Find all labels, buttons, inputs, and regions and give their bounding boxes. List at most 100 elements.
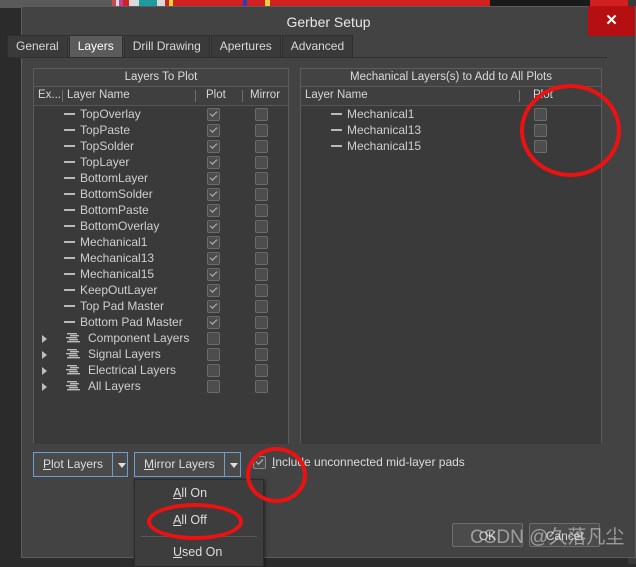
chevron-down-icon[interactable] — [112, 453, 127, 476]
layer-name-label: All Layers — [88, 379, 141, 393]
layer-group-row[interactable]: All Layers — [34, 378, 288, 394]
mirror-checkbox[interactable] — [255, 252, 268, 265]
layer-row[interactable]: Mechanical1 — [34, 234, 288, 250]
mirror-checkbox[interactable] — [255, 108, 268, 121]
include-unconnected-pads-checkbox[interactable]: Include unconnected mid-layer pads — [253, 455, 465, 469]
layer-row[interactable]: Mechanical1 — [301, 106, 601, 122]
layer-row[interactable]: BottomPaste — [34, 202, 288, 218]
chevron-down-icon[interactable] — [223, 453, 240, 476]
plot-checkbox[interactable] — [207, 300, 220, 313]
mirror-checkbox[interactable] — [255, 300, 268, 313]
chevron-right-icon[interactable] — [42, 351, 47, 359]
chevron-right-icon[interactable] — [42, 367, 47, 375]
menu-item-label: sed On — [182, 545, 223, 559]
mirror-checkbox[interactable] — [255, 316, 268, 329]
layer-name-label: Mechanical13 — [347, 123, 422, 137]
column-header-plot: Plot — [533, 89, 553, 101]
mirror-checkbox[interactable] — [255, 124, 268, 137]
mirror-checkbox[interactable] — [255, 284, 268, 297]
ok-button[interactable]: OK — [452, 523, 523, 547]
plot-checkbox[interactable] — [207, 252, 220, 265]
layer-dash-icon — [64, 321, 75, 323]
mirror-checkbox[interactable] — [255, 268, 268, 281]
layer-row[interactable]: TopPaste — [34, 122, 288, 138]
close-icon[interactable]: ✕ — [588, 6, 635, 36]
plot-layers-label: Plot Layers — [34, 453, 112, 476]
plot-checkbox[interactable] — [207, 156, 220, 169]
plot-layers-button[interactable]: Plot Layers — [33, 452, 128, 477]
checkbox-icon[interactable] — [253, 455, 266, 469]
plot-checkbox[interactable] — [207, 172, 220, 185]
layer-dash-icon — [64, 241, 75, 243]
plot-checkbox[interactable] — [534, 124, 547, 137]
layer-row[interactable]: Mechanical15 — [301, 138, 601, 154]
layer-row[interactable]: TopOverlay — [34, 106, 288, 122]
mirror-checkbox[interactable] — [255, 172, 268, 185]
plot-checkbox[interactable] — [207, 284, 220, 297]
plot-checkbox[interactable] — [207, 268, 220, 281]
mechanical-layers-panel: Mechanical Layers(s) to Add to All Plots… — [300, 68, 602, 444]
layer-group-row[interactable]: Component Layers — [34, 330, 288, 346]
plot-checkbox[interactable] — [207, 204, 220, 217]
plot-checkbox[interactable] — [207, 380, 220, 393]
plot-checkbox[interactable] — [207, 236, 220, 249]
layer-row[interactable]: Mechanical13 — [301, 122, 601, 138]
mirror-checkbox[interactable] — [255, 236, 268, 249]
layer-row[interactable]: TopSolder — [34, 138, 288, 154]
layer-row[interactable]: BottomSolder — [34, 186, 288, 202]
layer-row[interactable]: Top Pad Master — [34, 298, 288, 314]
menu-item-used-on[interactable]: Used On — [135, 539, 263, 566]
tab-layers[interactable]: Layers — [68, 35, 123, 57]
mirror-checkbox[interactable] — [255, 364, 268, 377]
plot-checkbox[interactable] — [534, 140, 547, 153]
mirror-layers-rest: irror Layers — [154, 457, 215, 471]
mirror-layers-dropdown-menu[interactable]: All On All Off Used On — [134, 479, 264, 567]
chevron-right-icon[interactable] — [42, 335, 47, 343]
plot-checkbox[interactable] — [534, 108, 547, 121]
mirror-checkbox[interactable] — [255, 188, 268, 201]
column-divider — [195, 90, 196, 102]
layers-to-plot-list[interactable]: TopOverlay TopPaste TopSolder TopLayer Botto… — [34, 106, 288, 444]
mirror-checkbox[interactable] — [255, 204, 268, 217]
layer-row[interactable]: KeepOutLayer — [34, 282, 288, 298]
tab-general[interactable]: General — [7, 35, 68, 57]
mirror-checkbox[interactable] — [255, 332, 268, 345]
layer-row[interactable]: Mechanical15 — [34, 266, 288, 282]
layer-name-label: KeepOutLayer — [80, 283, 158, 297]
plot-checkbox[interactable] — [207, 140, 220, 153]
mirror-checkbox[interactable] — [255, 220, 268, 233]
menu-item-all-off[interactable]: All Off — [135, 507, 263, 534]
plot-checkbox[interactable] — [207, 220, 220, 233]
layer-group-row[interactable]: Signal Layers — [34, 346, 288, 362]
cancel-button[interactable]: Cancel — [529, 523, 600, 547]
mirror-checkbox[interactable] — [255, 140, 268, 153]
layer-group-row[interactable]: Electrical Layers — [34, 362, 288, 378]
mirror-checkbox[interactable] — [255, 380, 268, 393]
stacked-layers-icon — [66, 365, 80, 375]
layer-row[interactable]: TopLayer — [34, 154, 288, 170]
stacked-layers-icon — [66, 349, 80, 359]
plot-checkbox[interactable] — [207, 348, 220, 361]
plot-checkbox[interactable] — [207, 124, 220, 137]
layer-row[interactable]: BottomOverlay — [34, 218, 288, 234]
layer-row[interactable]: BottomLayer — [34, 170, 288, 186]
menu-item-all-on[interactable]: All On — [135, 480, 263, 507]
layer-dash-icon — [64, 209, 75, 211]
plot-checkbox[interactable] — [207, 188, 220, 201]
chevron-right-icon[interactable] — [42, 383, 47, 391]
plot-checkbox[interactable] — [207, 108, 220, 121]
plot-checkbox[interactable] — [207, 316, 220, 329]
mechanical-layers-list[interactable]: Mechanical1 Mechanical13 Mechanical15 — [301, 106, 601, 444]
mirror-layers-button[interactable]: Mirror Layers — [134, 452, 241, 477]
tab-drill-drawing[interactable]: Drill Drawing — [123, 35, 210, 57]
tab-apertures[interactable]: Apertures — [210, 35, 281, 57]
layer-row[interactable]: Bottom Pad Master — [34, 314, 288, 330]
layer-row[interactable]: Mechanical13 — [34, 250, 288, 266]
plot-checkbox[interactable] — [207, 364, 220, 377]
mirror-checkbox[interactable] — [255, 156, 268, 169]
mechanical-layers-column-header: Layer Name Plot — [301, 87, 601, 106]
layer-dash-icon — [64, 289, 75, 291]
plot-checkbox[interactable] — [207, 332, 220, 345]
tab-advanced[interactable]: Advanced — [281, 35, 354, 57]
mirror-checkbox[interactable] — [255, 348, 268, 361]
